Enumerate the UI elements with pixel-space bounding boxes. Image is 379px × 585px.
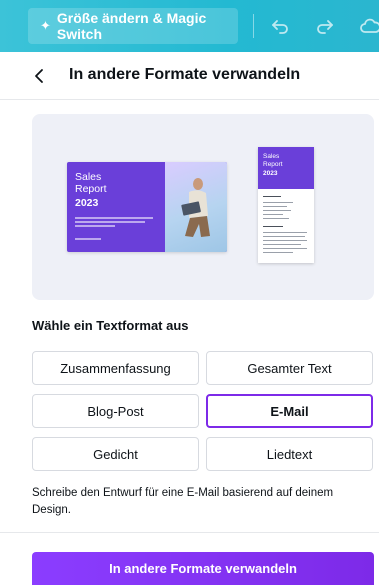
format-option-zusammenfassung[interactable]: Zusammenfassung (32, 351, 199, 385)
panel-header: In andere Formate verwandeln (0, 52, 379, 100)
presentation-title: Sales Report (75, 171, 107, 195)
document-year: 2023 (263, 170, 278, 177)
format-section-label: Wähle ein Textformat aus (32, 318, 189, 333)
document-header: Sales Report 2023 (258, 147, 314, 189)
document-text-line (263, 244, 301, 246)
toolbar-divider (253, 14, 254, 38)
document-text-line (263, 210, 291, 212)
page-title: In andere Formate verwandeln (69, 66, 301, 83)
document-title-line1: Sales (263, 153, 280, 160)
document-text-line (263, 196, 281, 198)
format-option-blog-post[interactable]: Blog-Post (32, 394, 199, 428)
document-text-line (263, 252, 293, 254)
cloud-icon[interactable] (358, 14, 379, 38)
presentation-text-line (75, 217, 153, 219)
person-with-laptop-image (181, 178, 210, 237)
document-text-line (263, 218, 289, 220)
format-option-liedtext[interactable]: Liedtext (206, 437, 373, 471)
presentation-text-line (75, 238, 101, 240)
format-option-gedicht[interactable]: Gedicht (32, 437, 199, 471)
document-text-line (263, 214, 283, 216)
sparkle-icon: ✦ (40, 18, 51, 33)
convert-formats-button[interactable]: In andere Formate verwandeln (32, 552, 374, 585)
redo-icon[interactable] (313, 14, 337, 38)
presentation-text-line (75, 221, 145, 223)
presentation-photo (165, 162, 227, 252)
format-option-e-mail[interactable]: E-Mail (206, 394, 373, 428)
document-text-line (263, 202, 293, 204)
design-preview: Sales Report 2023 Sales Report 2023 (32, 114, 374, 300)
document-text-line (263, 226, 283, 228)
presentation-title-line1: Sales (75, 171, 102, 183)
undo-icon[interactable] (268, 14, 292, 38)
magic-switch-button[interactable]: ✦ Größe ändern & Magic Switch (28, 8, 238, 44)
format-description: Schreibe den Entwurf für eine E-Mail bas… (32, 487, 334, 516)
presentation-title-line2: Report (75, 182, 107, 195)
presentation-text-line (75, 225, 115, 227)
magic-switch-label: Größe ändern & Magic Switch (56, 10, 207, 42)
footer-divider (0, 532, 379, 533)
document-text-line (263, 240, 307, 242)
document-text-line (263, 236, 305, 238)
document-text-line (263, 232, 307, 234)
back-arrow-icon[interactable] (30, 66, 50, 86)
document-thumbnail: Sales Report 2023 (258, 147, 314, 263)
presentation-thumbnail: Sales Report 2023 (67, 162, 227, 252)
presentation-year: 2023 (75, 197, 99, 209)
document-title-line2: Report (263, 161, 283, 168)
document-text-line (263, 206, 287, 208)
editor-toolbar: ✦ Größe ändern & Magic Switch (0, 0, 379, 52)
document-text-line (263, 248, 307, 250)
format-option-gesamter-text[interactable]: Gesamter Text (206, 351, 373, 385)
